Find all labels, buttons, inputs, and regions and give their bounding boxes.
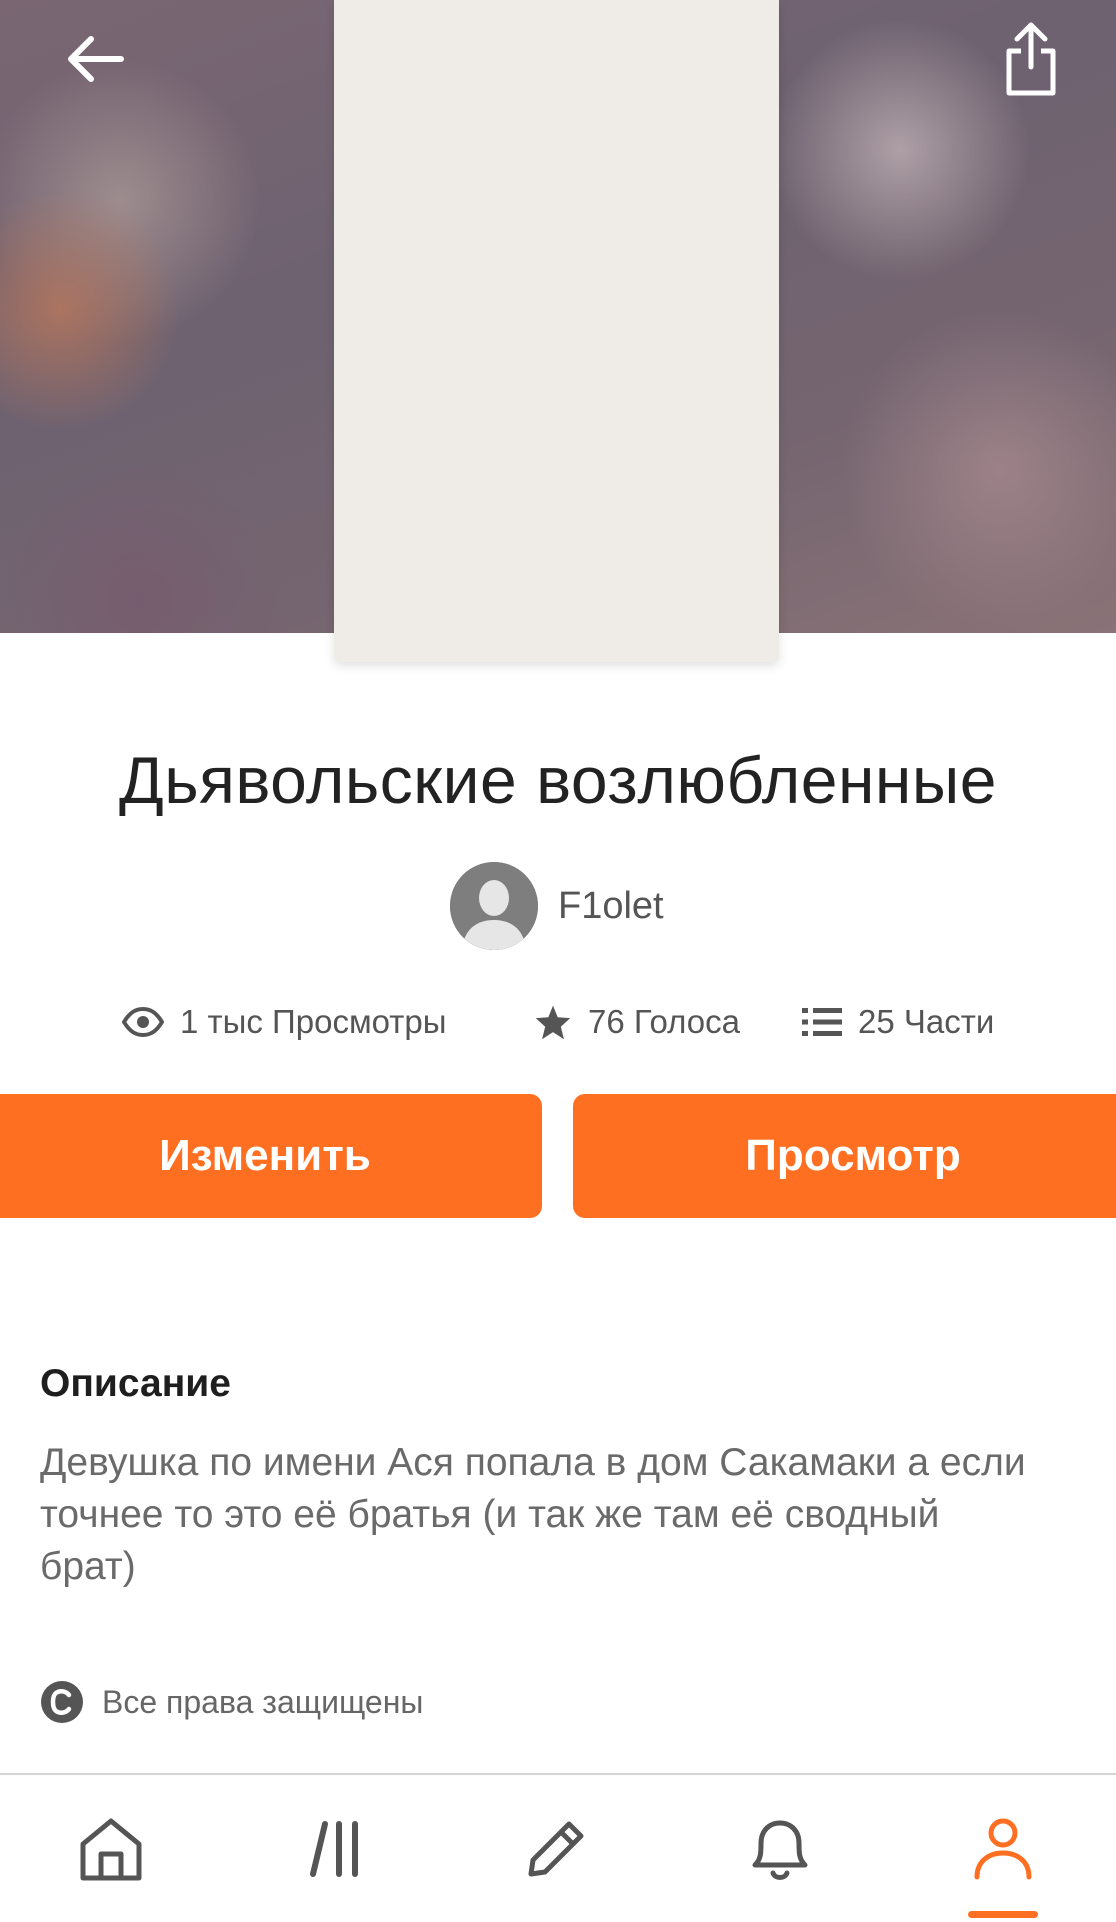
eye-icon (122, 1007, 164, 1037)
share-button[interactable] (986, 14, 1076, 104)
bell-icon (752, 1820, 808, 1880)
back-button[interactable] (50, 14, 140, 104)
nav-library[interactable] (267, 1775, 407, 1922)
copyright-text: Все права защищены (102, 1683, 424, 1720)
list-icon (802, 1008, 842, 1036)
nav-profile[interactable] (933, 1775, 1073, 1922)
default-avatar-icon (450, 862, 538, 950)
parts-count: 25 Части (858, 1003, 995, 1040)
share-icon (1006, 22, 1056, 96)
story-stats: 1 тыс Просмотры 76 Голоса 25 Части (0, 996, 1116, 1048)
author-row[interactable]: F1olet (450, 862, 664, 950)
views-stat: 1 тыс Просмотры (122, 996, 446, 1048)
parts-stat: 25 Части (802, 996, 994, 1048)
votes-stat: 76 Голоса (534, 996, 740, 1048)
copyright-icon (41, 1681, 83, 1723)
description-text: Девушка по имени Ася попала в дом Сакама… (40, 1441, 1026, 1588)
preview-button[interactable]: Просмотр (573, 1094, 1116, 1218)
description-heading: Описание (40, 1362, 231, 1405)
views-count: 1 тыс Просмотры (180, 1003, 447, 1040)
home-icon (80, 1818, 142, 1880)
story-title: Дьявольские возлюбленные (119, 743, 997, 817)
book-cover[interactable] (334, 0, 779, 662)
nav-notifications[interactable] (710, 1775, 850, 1922)
profile-icon (974, 1818, 1032, 1879)
star-icon (535, 1005, 571, 1040)
nav-home[interactable] (41, 1775, 181, 1922)
bottom-navigation (0, 1773, 1116, 1922)
author-name[interactable]: F1olet (558, 885, 664, 928)
avatar[interactable] (450, 862, 538, 950)
pencil-icon (528, 1821, 584, 1876)
back-arrow-icon (68, 36, 124, 82)
active-tab-indicator (968, 1911, 1038, 1918)
nav-write[interactable] (486, 1775, 626, 1922)
votes-count: 76 Голоса (588, 1003, 740, 1040)
library-icon (310, 1820, 358, 1877)
edit-button[interactable]: Изменить (0, 1094, 542, 1218)
copyright-row: Все права защищены (40, 1678, 423, 1726)
